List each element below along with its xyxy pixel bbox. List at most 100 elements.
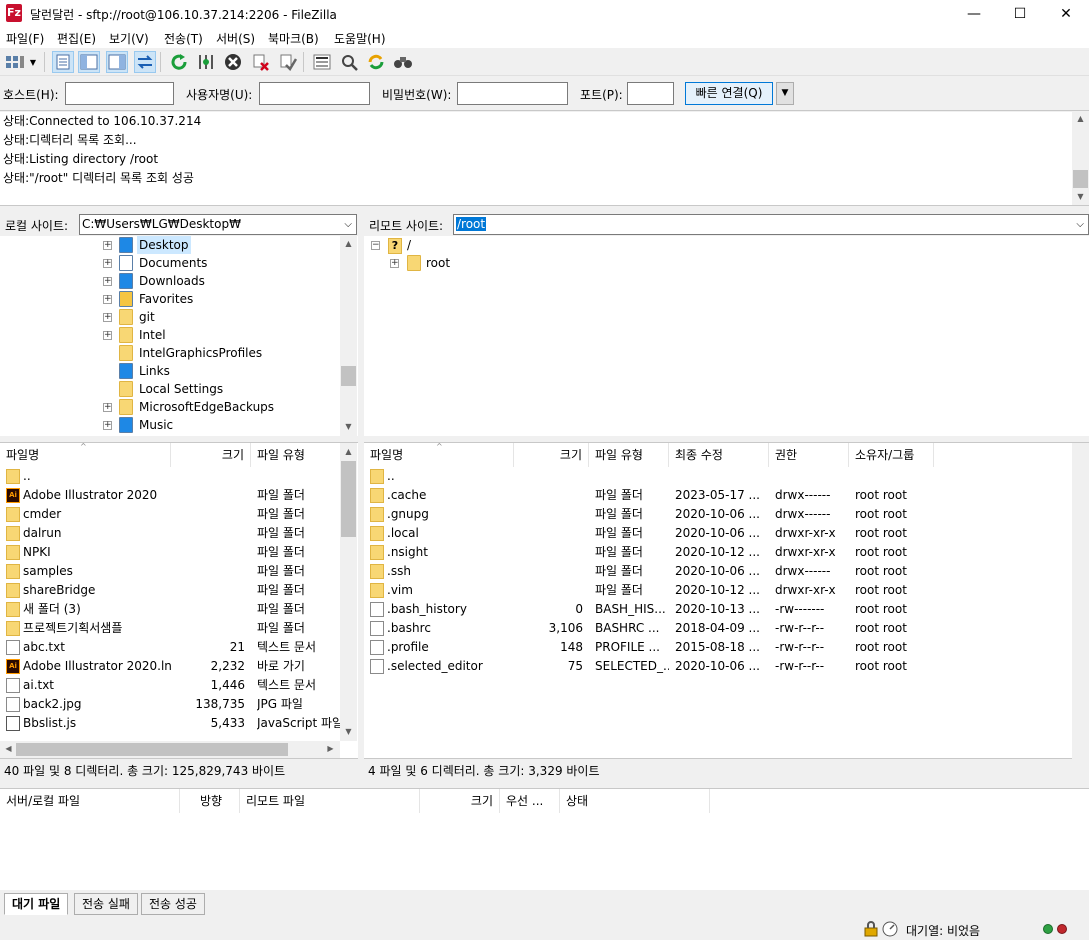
quickconnect-button[interactable]: 빠른 연결(Q) xyxy=(685,82,773,105)
table-row[interactable]: .vim 파일 폴더 2020-10-12 ... drwxr-xr-x root ro… xyxy=(364,581,1072,600)
table-row[interactable]: cmder 파일 폴더 xyxy=(0,505,340,524)
queue-header-status[interactable]: 상태 xyxy=(560,789,710,813)
toggle-comparison-icon[interactable] xyxy=(338,51,360,73)
local-list-hscrollbar[interactable]: ◀ ▶ xyxy=(0,741,340,758)
reconnect-icon[interactable] xyxy=(277,51,299,73)
expand-icon[interactable]: + xyxy=(103,241,112,250)
menu-edit[interactable]: 편집(E) xyxy=(57,30,96,47)
table-row[interactable]: Bbslist.js 5,433 JavaScript 파일 xyxy=(0,714,343,733)
queue-header-priority[interactable]: 우선 ... xyxy=(500,789,560,813)
scroll-down-icon[interactable]: ▼ xyxy=(340,727,357,736)
local-list-scrollbar[interactable]: ▲ ▼ xyxy=(340,443,357,741)
table-row[interactable]: .cache 파일 폴더 2023-05-17 ... drwx------ root … xyxy=(364,486,1072,505)
refresh-icon[interactable] xyxy=(168,51,190,73)
expand-icon[interactable]: + xyxy=(103,295,112,304)
chevron-down-icon[interactable]: ⌵ xyxy=(344,215,352,234)
expand-icon[interactable]: + xyxy=(103,277,112,286)
scroll-up-icon[interactable]: ▲ xyxy=(1072,114,1089,123)
menu-bookmarks[interactable]: 북마크(B) xyxy=(268,30,319,47)
column-header-name[interactable]: 파일명 ^ xyxy=(364,443,514,467)
disconnect-icon[interactable] xyxy=(250,51,272,73)
collapse-icon[interactable]: − xyxy=(371,241,380,250)
maximize-button[interactable]: ☐ xyxy=(997,0,1043,28)
column-header-modified[interactable]: 최종 수정 xyxy=(669,443,769,467)
table-row[interactable]: .bashrc 3,106 BASHRC ... 2018-04-09 ... -rw-… xyxy=(364,619,1072,638)
table-row[interactable]: .local 파일 폴더 2020-10-06 ... drwxr-xr-x root … xyxy=(364,524,1072,543)
log-scrollbar[interactable]: ▲ ▼ xyxy=(1072,112,1089,205)
scroll-up-icon[interactable]: ▲ xyxy=(340,447,357,456)
toggle-log-icon[interactable] xyxy=(52,51,74,73)
local-tree-item[interactable]: Downloads xyxy=(137,272,207,290)
local-tree-scroll-thumb[interactable] xyxy=(341,366,356,386)
quickconnect-dropdown-icon[interactable]: ▼ xyxy=(776,82,794,105)
table-row[interactable]: ai.txt 1,446 텍스트 문서 xyxy=(0,676,340,695)
table-row[interactable]: .selected_editor 75 SELECTED_... 2020-10-06… xyxy=(364,657,1072,676)
menu-server[interactable]: 서버(S) xyxy=(216,30,255,47)
scroll-down-icon[interactable]: ▼ xyxy=(340,422,357,431)
table-row[interactable]: Ai Adobe Illustrator 2020.lnk 2,232 바로 가기 xyxy=(0,657,340,676)
table-row[interactable]: .nsight 파일 폴더 2020-10-12 ... drwxr-xr-x root… xyxy=(364,543,1072,562)
remote-tree-root[interactable]: / xyxy=(407,236,411,254)
scroll-down-icon[interactable]: ▼ xyxy=(1072,192,1089,201)
queue-header-remote-file[interactable]: 리모트 파일 xyxy=(240,789,420,813)
expand-icon[interactable]: + xyxy=(390,259,399,268)
local-tree-item[interactable]: IntelGraphicsProfiles xyxy=(137,344,264,362)
toggle-remote-tree-icon[interactable] xyxy=(106,51,128,73)
sync-browse-icon[interactable] xyxy=(365,51,387,73)
table-row[interactable]: .ssh 파일 폴더 2020-10-06 ... drwx------ root ro… xyxy=(364,562,1072,581)
local-tree-scrollbar[interactable]: ▲ ▼ xyxy=(340,236,357,436)
scroll-left-icon[interactable]: ◀ xyxy=(0,744,17,753)
expand-icon[interactable]: + xyxy=(103,313,112,322)
menu-help[interactable]: 도움말(H) xyxy=(334,30,386,47)
local-list-scroll-thumb[interactable] xyxy=(341,461,356,537)
local-tree-item[interactable]: Desktop xyxy=(137,236,191,254)
host-input[interactable] xyxy=(65,82,174,105)
local-list-hscroll-thumb[interactable] xyxy=(16,743,288,756)
log-scroll-thumb[interactable] xyxy=(1073,170,1088,188)
menu-transfer[interactable]: 전송(T) xyxy=(164,30,203,47)
cancel-icon[interactable] xyxy=(222,51,244,73)
table-row[interactable]: abc.txt 21 텍스트 문서 xyxy=(0,638,340,657)
tab-successful-transfers[interactable]: 전송 성공 xyxy=(141,893,205,915)
menu-view[interactable]: 보기(V) xyxy=(109,30,149,47)
table-row[interactable]: .. xyxy=(0,467,340,486)
port-input[interactable] xyxy=(627,82,674,105)
local-path-input[interactable]: C:₩Users₩LG₩Desktop₩ ⌵ xyxy=(79,214,357,235)
local-tree-item[interactable]: Music xyxy=(137,416,175,434)
column-header-owner[interactable]: 소유자/그룹 xyxy=(849,443,934,467)
local-tree-item[interactable]: git xyxy=(137,308,157,326)
directory-filter-icon[interactable] xyxy=(311,51,333,73)
site-manager-icon[interactable] xyxy=(4,51,26,73)
remote-path-input[interactable]: /root ⌵ xyxy=(453,214,1089,235)
toggle-queue-icon[interactable] xyxy=(134,51,156,73)
column-header-name[interactable]: 파일명 ^ xyxy=(0,443,171,467)
column-header-type[interactable]: 파일 유형 xyxy=(589,443,669,467)
table-row[interactable]: .bash_history 0 BASH_HIS... 2020-10-13 ... -… xyxy=(364,600,1072,619)
queue-header-size[interactable]: 크기 xyxy=(420,789,500,813)
scroll-right-icon[interactable]: ▶ xyxy=(322,744,339,753)
tab-failed-transfers[interactable]: 전송 실패 xyxy=(74,893,138,915)
table-row[interactable]: .gnupg 파일 폴더 2020-10-06 ... drwx------ root … xyxy=(364,505,1072,524)
column-header-size[interactable]: 크기 xyxy=(514,443,589,467)
local-tree-item[interactable]: Links xyxy=(137,362,172,380)
tab-queued-files[interactable]: 대기 파일 xyxy=(4,893,69,915)
table-row[interactable]: NPKI 파일 폴더 xyxy=(0,543,340,562)
column-header-size[interactable]: 크기 xyxy=(171,443,251,467)
expand-icon[interactable]: + xyxy=(103,421,112,430)
column-header-permissions[interactable]: 권한 xyxy=(769,443,849,467)
table-row[interactable]: Ai Adobe Illustrator 2020 파일 폴더 xyxy=(0,486,340,505)
table-row[interactable]: back2.jpg 138,735 JPG 파일 xyxy=(0,695,340,714)
local-tree-item[interactable]: Intel xyxy=(137,326,168,344)
remote-list-scrollbar[interactable] xyxy=(1072,443,1089,758)
password-input[interactable] xyxy=(457,82,568,105)
table-row[interactable]: .profile 148 PROFILE ... 2015-08-18 ... -rw-… xyxy=(364,638,1072,657)
local-tree-item[interactable]: Favorites xyxy=(137,290,195,308)
username-input[interactable] xyxy=(259,82,370,105)
remote-tree-item[interactable]: root xyxy=(426,254,450,272)
close-button[interactable]: ✕ xyxy=(1043,0,1089,28)
queue-header-direction[interactable]: 방향 xyxy=(180,789,240,813)
table-row[interactable]: .. xyxy=(364,467,1072,486)
column-header-type[interactable]: 파일 유형 xyxy=(251,443,341,467)
search-icon[interactable] xyxy=(392,51,414,73)
table-row[interactable]: dalrun 파일 폴더 xyxy=(0,524,340,543)
